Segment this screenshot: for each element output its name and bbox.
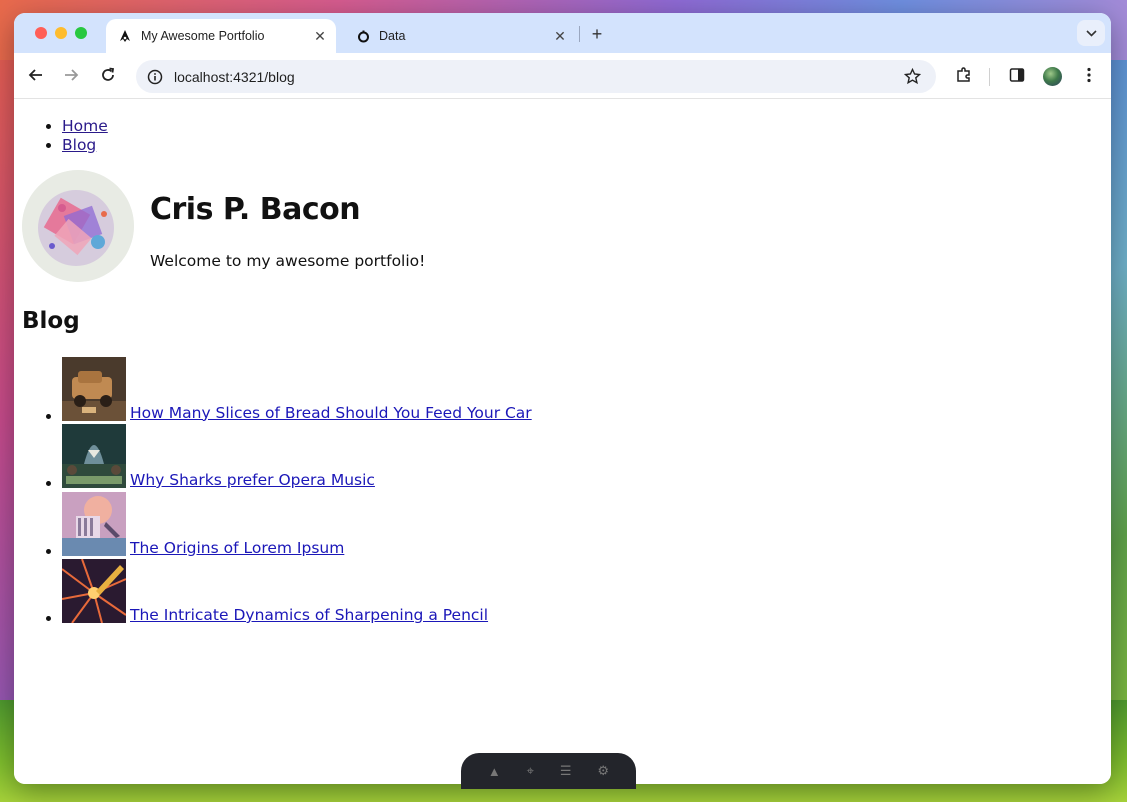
reload-icon[interactable] bbox=[96, 63, 120, 87]
post-thumbnail bbox=[62, 424, 126, 488]
list-item: The Origins of Lorem Ipsum bbox=[62, 488, 532, 556]
post-thumbnail bbox=[62, 356, 126, 421]
profile-avatar[interactable] bbox=[1043, 67, 1062, 86]
new-tab-plus-icon[interactable]: + bbox=[586, 23, 608, 45]
page-title: Cris P. Bacon bbox=[150, 192, 361, 227]
side-panel-icon[interactable] bbox=[1005, 63, 1029, 87]
toolbar-divider bbox=[989, 68, 990, 86]
post-title: Why Sharks prefer Opera Music bbox=[130, 471, 375, 489]
blog-post-link[interactable]: The Intricate Dynamics of Sharpening a P… bbox=[62, 556, 532, 624]
nav-link-home[interactable]: Home bbox=[62, 117, 108, 135]
minimize-window-button[interactable] bbox=[55, 27, 67, 39]
tab-my-awesome-portfolio[interactable]: My Awesome Portfolio ✕ bbox=[106, 19, 336, 53]
site-nav: Home Blog bbox=[42, 117, 108, 155]
inspect-icon[interactable]: ⌖ bbox=[527, 763, 534, 779]
astro-icon bbox=[118, 29, 132, 43]
nav-item-home: Home bbox=[62, 117, 108, 136]
close-tab-icon[interactable]: ✕ bbox=[550, 26, 570, 46]
menu-kebab-icon[interactable] bbox=[1077, 63, 1101, 87]
astro-dev-toolbar[interactable]: ▲ ⌖ ☰ ⚙ bbox=[461, 753, 636, 789]
astro-icon[interactable]: ▲ bbox=[488, 764, 501, 779]
settings-icon[interactable]: ⚙ bbox=[597, 763, 609, 779]
post-title: How Many Slices of Bread Should You Feed… bbox=[130, 403, 532, 422]
blog-heading: Blog bbox=[22, 308, 80, 334]
list-item: The Intricate Dynamics of Sharpening a P… bbox=[62, 556, 532, 624]
profile-avatar-image bbox=[22, 170, 134, 282]
blog-post-link[interactable]: The Origins of Lorem Ipsum bbox=[62, 488, 532, 556]
list-item: Why Sharks prefer Opera Music bbox=[62, 421, 532, 489]
tab-strip: My Awesome Portfolio ✕ Data ✕ + bbox=[14, 13, 1111, 53]
audit-icon[interactable]: ☰ bbox=[560, 763, 572, 779]
post-thumbnail bbox=[62, 559, 126, 623]
browser-window: My Awesome Portfolio ✕ Data ✕ + localhos… bbox=[14, 13, 1111, 784]
nav-item-blog: Blog bbox=[62, 136, 108, 155]
blog-post-list: How Many Slices of Bread Should You Feed… bbox=[42, 353, 532, 623]
url-text[interactable]: localhost:4321/blog bbox=[174, 69, 900, 85]
tab-data[interactable]: Data ✕ bbox=[344, 19, 576, 53]
blog-post-link[interactable]: How Many Slices of Bread Should You Feed… bbox=[62, 353, 532, 421]
page-content: Home Blog Cris P. Bacon Welcome to my aw… bbox=[14, 100, 1111, 784]
tab-title: Data bbox=[379, 29, 406, 43]
tab-title: My Awesome Portfolio bbox=[141, 29, 265, 43]
address-bar[interactable]: localhost:4321/blog bbox=[136, 60, 936, 93]
tab-divider bbox=[579, 26, 580, 42]
tagline: Welcome to my awesome portfolio! bbox=[150, 252, 426, 270]
extensions-puzzle-icon[interactable] bbox=[952, 63, 976, 87]
bookmark-star-icon[interactable] bbox=[900, 65, 924, 89]
post-title: The Origins of Lorem Ipsum bbox=[130, 538, 345, 557]
browser-toolbar: localhost:4321/blog bbox=[14, 53, 1111, 99]
zoom-window-button[interactable] bbox=[75, 27, 87, 39]
site-info-icon[interactable] bbox=[146, 68, 164, 86]
post-title: The Intricate Dynamics of Sharpening a P… bbox=[130, 606, 489, 624]
list-item: How Many Slices of Bread Should You Feed… bbox=[62, 353, 532, 421]
blog-post-link[interactable]: Why Sharks prefer Opera Music bbox=[62, 421, 532, 489]
tab-search-chevron-icon[interactable] bbox=[1077, 20, 1105, 46]
back-arrow-icon[interactable] bbox=[24, 63, 48, 87]
forward-arrow-icon[interactable] bbox=[59, 63, 83, 87]
nav-link-blog[interactable]: Blog bbox=[62, 136, 96, 154]
close-window-button[interactable] bbox=[35, 27, 47, 39]
post-thumbnail bbox=[62, 491, 126, 556]
react-icon bbox=[356, 29, 370, 43]
close-tab-icon[interactable]: ✕ bbox=[310, 26, 330, 46]
